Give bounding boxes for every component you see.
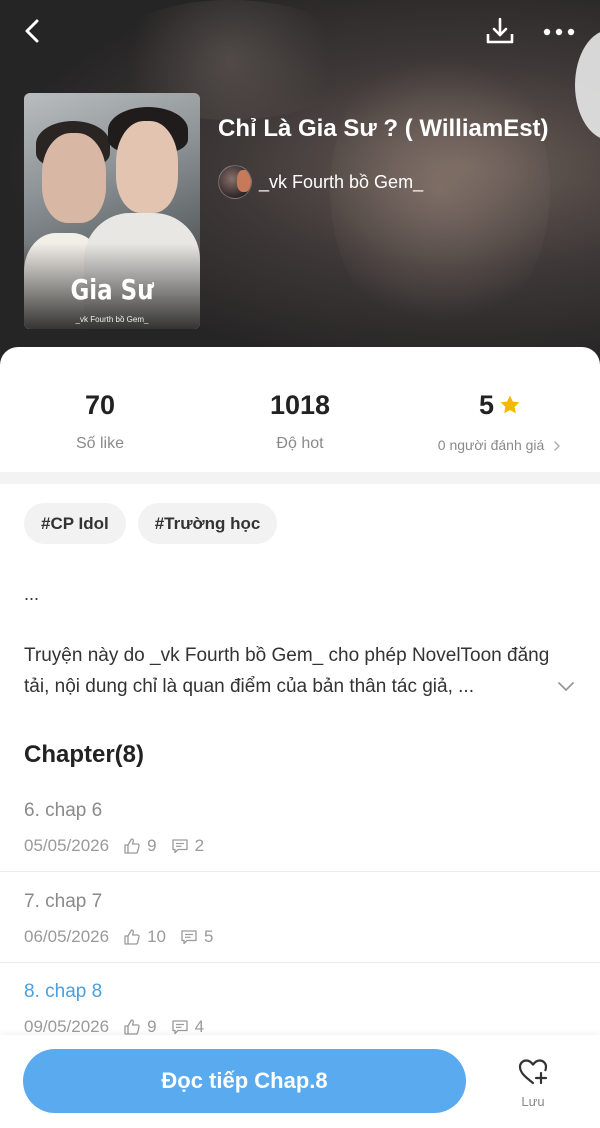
tag-list: #CP Idol #Trường học <box>24 503 289 544</box>
back-icon[interactable] <box>18 16 48 46</box>
likes-count: 70 <box>84 390 116 420</box>
hot-count: 1018 <box>269 390 331 420</box>
description-text[interactable]: Truyện này do _vk Fourth bồ Gem_ cho phé… <box>24 640 554 702</box>
chapter-likes: 9 <box>147 836 157 855</box>
stats-row: 70 Số like 1018 Độ hot 5 0 người đánh gi… <box>0 387 600 467</box>
save-button[interactable]: Lưu <box>505 1052 561 1116</box>
comment-icon <box>171 839 188 854</box>
chevron-right-icon <box>554 441 560 451</box>
chapter-comments: 2 <box>194 836 205 855</box>
author-link[interactable]: _vk Fourth bồ Gem_ <box>218 164 423 200</box>
chapter-likes: 9 <box>147 1017 157 1036</box>
continue-reading-button[interactable]: Đọc tiếp Chap.8 <box>23 1049 466 1113</box>
save-label[interactable]: Lưu <box>505 1094 561 1109</box>
description-summary: ... <box>24 584 40 604</box>
chapter-comments: 4 <box>194 1017 205 1036</box>
stat-hot: 1018 Độ hot <box>200 387 400 453</box>
comment-icon <box>171 1020 188 1035</box>
hot-label: Độ hot <box>276 435 324 452</box>
stat-rating[interactable]: 5 0 người đánh giá <box>400 387 600 453</box>
download-icon[interactable] <box>484 16 516 48</box>
stat-likes: 70 Số like <box>0 387 200 453</box>
tag-chip[interactable]: #CP Idol <box>24 503 126 544</box>
comment-icon <box>181 930 197 945</box>
likes-label: Số like <box>75 435 125 452</box>
author-name[interactable]: _vk Fourth bồ Gem_ <box>259 172 423 193</box>
chapter-title[interactable]: 6. chap 6 <box>24 800 102 822</box>
chapter-date: 05/05/2026 <box>24 836 110 855</box>
rating-value: 5 <box>478 390 495 420</box>
divider <box>0 871 600 872</box>
rating-count-label[interactable]: 0 người đánh giá <box>438 437 545 453</box>
chevron-down-icon[interactable] <box>556 676 576 696</box>
divider <box>0 962 600 963</box>
thumb-up-icon <box>124 838 140 854</box>
chapter-comments: 5 <box>204 927 214 946</box>
star-icon <box>500 395 520 414</box>
chapter-likes: 10 <box>147 927 167 946</box>
heart-plus-icon[interactable] <box>517 1056 549 1088</box>
chapter-item[interactable]: 7. chap 7 06/05/2026 10 5 <box>0 891 600 981</box>
tag-chip[interactable]: #Trường học <box>137 503 278 544</box>
chapter-title[interactable]: 8. chap 8 <box>24 981 102 1003</box>
author-avatar[interactable] <box>218 165 252 199</box>
section-divider <box>0 472 600 484</box>
chapter-date: 06/05/2026 <box>24 927 110 946</box>
chapter-item[interactable]: 6. chap 6 05/05/2026 9 2 <box>0 800 600 890</box>
cover-author: _vk Fourth bồ Gem_ <box>75 315 149 324</box>
more-icon[interactable] <box>541 18 577 46</box>
book-title: Chỉ Là Gia Sư ? ( WilliamEst) <box>218 115 549 142</box>
book-cover: Gia Sư _vk Fourth bồ Gem_ <box>24 93 200 329</box>
thumb-up-icon <box>124 929 140 945</box>
cover-title: Gia Sư <box>70 273 154 306</box>
chapter-list-header[interactable]: Chapter(8) <box>24 741 144 769</box>
chapter-title[interactable]: 7. chap 7 <box>24 891 102 913</box>
thumb-up-icon <box>124 1019 140 1035</box>
chapter-date: 09/05/2026 <box>24 1017 110 1036</box>
